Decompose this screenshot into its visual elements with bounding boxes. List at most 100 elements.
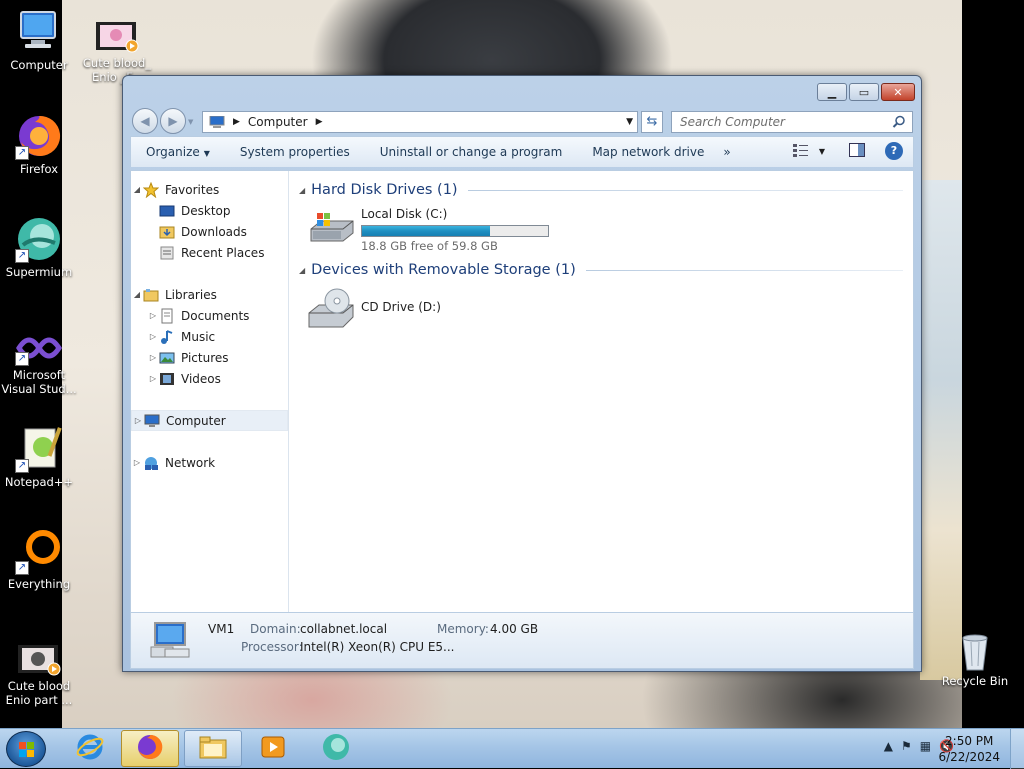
- nav-computer[interactable]: ▷ Computer: [131, 410, 288, 431]
- desktop-wallpaper-edge: [920, 180, 962, 680]
- minimize-icon: ▁: [827, 85, 837, 99]
- file-list: ◢ Hard Disk Drives (1) Local Disk (C:) 1…: [289, 171, 913, 612]
- nav-libraries[interactable]: ◢ Libraries: [131, 284, 288, 305]
- refresh-button[interactable]: ⇆: [641, 111, 663, 133]
- collapse-triangle-icon[interactable]: ◢: [131, 185, 143, 194]
- network-status-icon[interactable]: ▦: [920, 739, 931, 753]
- preview-pane-icon[interactable]: [849, 142, 865, 160]
- star-icon: [142, 181, 160, 198]
- drive-free-space: 18.8 GB free of 59.8 GB: [361, 239, 498, 253]
- recent-pages-dropdown-icon[interactable]: ▼: [188, 118, 193, 134]
- internet-explorer-icon: [75, 732, 105, 765]
- collapse-triangle-icon[interactable]: ◢: [131, 290, 143, 299]
- taskbar-media-player[interactable]: [244, 730, 302, 767]
- group-header-hard-disk-drives[interactable]: ◢ Hard Disk Drives (1): [299, 179, 903, 201]
- system-properties-button[interactable]: System properties: [225, 145, 365, 159]
- explorer-window[interactable]: ▁ ▭ ✕ ◀ ▶ ▼ ▶ Computer ▶ ▼ ⇆ Search Comp…: [122, 75, 922, 672]
- breadcrumb-separator-icon[interactable]: ▶: [233, 117, 240, 127]
- organize-button[interactable]: Organize ▼: [131, 145, 225, 159]
- expand-triangle-icon[interactable]: ▷: [147, 311, 159, 320]
- taskbar-windows-explorer[interactable]: [184, 730, 242, 767]
- view-options-dropdown-icon[interactable]: ▼: [819, 147, 825, 156]
- nav-favorites[interactable]: ◢ Favorites: [131, 179, 288, 200]
- shortcut-arrow-icon: ↗: [15, 249, 29, 263]
- search-input[interactable]: Search Computer: [671, 111, 913, 133]
- more-commands-button[interactable]: »: [719, 145, 734, 159]
- nav-label: Music: [181, 329, 216, 344]
- shortcut-arrow-icon: ↗: [15, 561, 29, 575]
- address-dropdown-icon[interactable]: ▼: [626, 117, 633, 127]
- nav-pictures[interactable]: ▷ Pictures: [131, 347, 288, 368]
- nav-desktop[interactable]: Desktop: [131, 200, 288, 221]
- show-desktop-button[interactable]: [1010, 729, 1024, 769]
- start-button[interactable]: [6, 731, 46, 767]
- desktop-icon-visual-studio[interactable]: ↗ Microsoft Visual Stud...: [0, 330, 78, 396]
- video-file-icon: [94, 22, 140, 54]
- nav-documents[interactable]: ▷ Documents: [131, 305, 288, 326]
- desktop-icon-recycle-bin[interactable]: Recycle Bin: [936, 632, 1014, 688]
- forward-button[interactable]: ▶: [160, 108, 186, 134]
- desktop-icon-label: Recycle Bin: [941, 674, 1009, 688]
- group-header-removable-storage[interactable]: ◢ Devices with Removable Storage (1): [299, 259, 903, 281]
- media-player-icon: [259, 733, 287, 764]
- desktop-icon-firefox[interactable]: ↗ Firefox: [0, 112, 78, 176]
- documents-icon: [159, 308, 175, 324]
- forward-arrow-icon: ▶: [168, 114, 178, 128]
- nav-label: Downloads: [181, 224, 247, 239]
- desktop-icon-video-2[interactable]: Cute blood Enio part ...: [0, 645, 78, 707]
- computer-icon: [209, 115, 225, 128]
- drive-item-c[interactable]: Local Disk (C:) 18.8 GB free of 59.8 GB: [307, 207, 903, 253]
- uninstall-program-button[interactable]: Uninstall or change a program: [365, 145, 578, 159]
- breadcrumb-separator-icon[interactable]: ▶: [316, 117, 323, 127]
- shortcut-arrow-icon: ↗: [15, 352, 29, 366]
- map-network-drive-button[interactable]: Map network drive: [577, 145, 719, 159]
- nav-network[interactable]: ▷ Network: [131, 452, 288, 473]
- drive-item-d[interactable]: CD Drive (D:): [307, 287, 903, 328]
- nav-music[interactable]: ▷ Music: [131, 326, 288, 347]
- nav-label: Recent Places: [181, 245, 265, 260]
- desktop-icon-label: Supermium: [5, 265, 73, 279]
- breadcrumb-computer[interactable]: Computer: [248, 115, 308, 129]
- back-button[interactable]: ◀: [132, 108, 158, 134]
- close-button[interactable]: ✕: [881, 83, 915, 101]
- taskbar: ▲ ⚑ ▦ 🔇 2:50 PM 6/22/2024: [0, 728, 1024, 769]
- action-center-flag-icon[interactable]: ⚑: [901, 739, 912, 753]
- processor-value: Intel(R) Xeon(R) CPU E5...: [300, 640, 455, 654]
- desktop-icon-everything[interactable]: ↗ Everything: [0, 527, 78, 591]
- desktop-icon-label: Microsoft Visual Stud...: [1, 368, 77, 396]
- group-title: Devices with Removable Storage (1): [311, 262, 576, 278]
- window-titlebar[interactable]: ▁ ▭ ✕: [123, 76, 921, 104]
- navigation-bar: ◀ ▶ ▼ ▶ Computer ▶ ▼ ⇆ Search Computer: [123, 104, 921, 136]
- desktop-folder-icon: [159, 203, 175, 219]
- expand-triangle-icon[interactable]: ▷: [147, 332, 159, 341]
- desktop-icon-supermium[interactable]: ↗ Supermium: [0, 215, 78, 279]
- expand-triangle-icon[interactable]: ▷: [132, 416, 144, 425]
- taskbar-supermium[interactable]: [307, 730, 365, 767]
- expand-triangle-icon[interactable]: ▷: [131, 458, 143, 467]
- videos-icon: [159, 371, 175, 387]
- organize-label: Organize: [146, 145, 200, 159]
- expand-triangle-icon[interactable]: ▷: [147, 353, 159, 362]
- memory-label: Memory:: [437, 622, 489, 636]
- maximize-button[interactable]: ▭: [849, 83, 879, 101]
- nav-downloads[interactable]: Downloads: [131, 221, 288, 242]
- minimize-button[interactable]: ▁: [817, 83, 847, 101]
- network-icon: [143, 455, 159, 471]
- cd-drive-icon: [307, 287, 355, 328]
- taskbar-internet-explorer[interactable]: [61, 730, 119, 767]
- help-icon[interactable]: ?: [885, 142, 903, 160]
- search-placeholder: Search Computer: [680, 115, 785, 129]
- desktop-icon-computer[interactable]: Computer: [0, 8, 78, 72]
- search-icon[interactable]: [892, 115, 906, 132]
- taskbar-firefox[interactable]: [121, 730, 179, 767]
- expand-triangle-icon[interactable]: ▷: [147, 374, 159, 383]
- nav-videos[interactable]: ▷ Videos: [131, 368, 288, 389]
- address-bar[interactable]: ▶ Computer ▶ ▼: [202, 111, 638, 133]
- change-view-icon[interactable]: [792, 143, 809, 160]
- desktop-icon-notepadpp[interactable]: ↗ Notepad++: [0, 425, 78, 489]
- system-clock[interactable]: 2:50 PM 6/22/2024: [938, 733, 1000, 765]
- show-hidden-icons-icon[interactable]: ▲: [884, 739, 893, 753]
- libraries-icon: [143, 287, 159, 303]
- nav-recent-places[interactable]: Recent Places: [131, 242, 288, 263]
- navigation-pane: ◢ Favorites Desktop Downloads Recent Pla…: [131, 171, 289, 612]
